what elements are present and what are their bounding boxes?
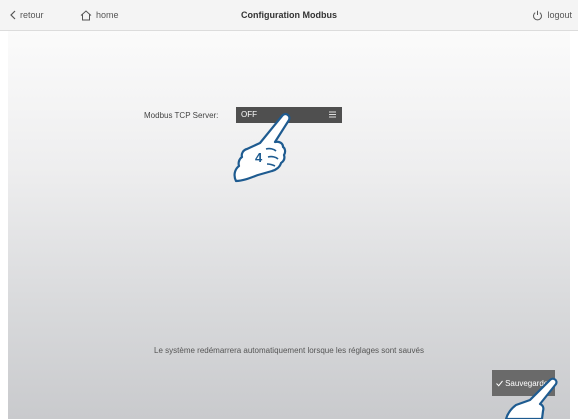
pointing-hand-icon [233, 113, 291, 183]
back-label: retour [20, 10, 44, 20]
restart-notice: Le système redémarrera automatiquement l… [154, 346, 424, 355]
logout-button[interactable]: logout [532, 0, 572, 30]
home-label: home [96, 10, 119, 20]
back-button[interactable]: retour [10, 0, 44, 30]
pointing-hand-icon [504, 377, 558, 419]
right-edge [570, 31, 578, 419]
modbus-tcp-label: Modbus TCP Server: [144, 111, 219, 120]
power-icon [533, 10, 543, 20]
home-icon [80, 9, 92, 20]
main-panel [8, 31, 570, 419]
logout-label: logout [547, 10, 572, 20]
chevron-left-icon [10, 10, 16, 20]
top-navigation-bar: retour home Configuration Modbus logout [0, 0, 578, 31]
menu-icon [329, 111, 336, 118]
home-button[interactable]: home [80, 0, 119, 30]
step-number-badge: 4 [255, 150, 263, 165]
